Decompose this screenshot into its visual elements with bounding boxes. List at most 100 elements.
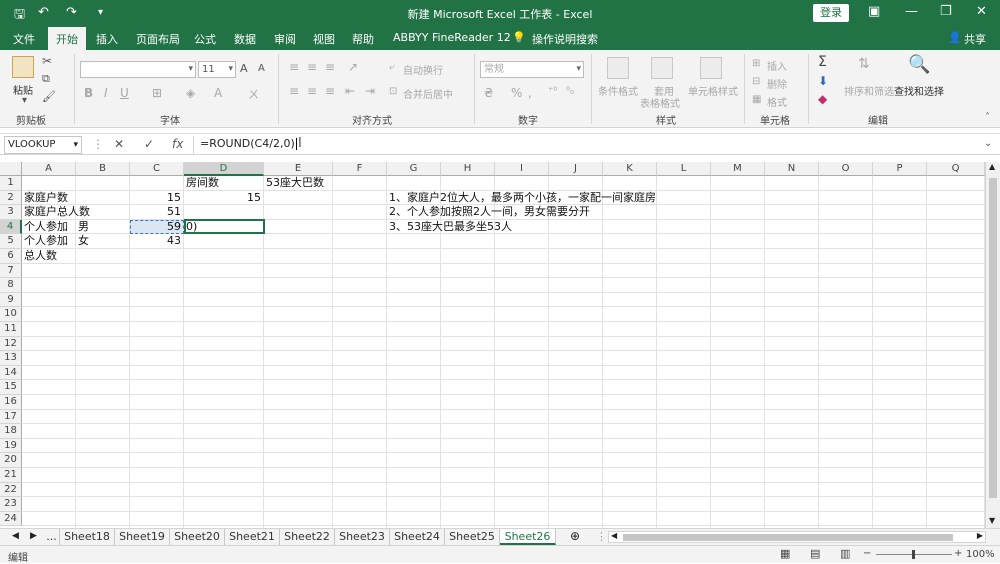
tell-me-search[interactable]: 操作说明搜索 [532,31,598,47]
format-as-table-icon[interactable] [651,57,673,79]
collapse-ribbon-icon[interactable]: ˄ [985,112,990,123]
fill-color-icon[interactable]: ◈ [186,86,195,100]
row-header-14[interactable]: 14 [0,365,22,381]
column-header-D[interactable]: D [184,162,264,176]
tab-home[interactable]: 开始 [48,27,86,50]
row-header-22[interactable]: 22 [0,482,22,498]
row-header-10[interactable]: 10 [0,307,22,322]
shrink-font-button[interactable]: A [258,63,265,74]
sheet-tab-sheet19[interactable]: Sheet19 [115,529,170,545]
cell-A2[interactable]: 家庭户数 [24,191,68,205]
column-header-C[interactable]: C [130,162,184,176]
sheet-tab-sheet21[interactable]: Sheet21 [225,529,280,545]
row-header-9[interactable]: 9 [0,292,22,308]
fill-icon[interactable]: ⬇ [818,74,828,88]
decrease-decimal-icon[interactable]: ⁰₀ [566,86,574,97]
cell-B5[interactable]: 女 [78,234,89,248]
cell-D2[interactable]: 15 [184,191,261,205]
page-break-view-icon[interactable]: ▥ [840,547,850,560]
cell-A3[interactable]: 家庭户总人数 [24,205,90,219]
row-header-2[interactable]: 2 [0,190,22,206]
column-header-J[interactable]: J [549,162,603,176]
font-size-combo[interactable]: 11 ▾ [198,61,236,78]
row-header-19[interactable]: 19 [0,438,22,454]
row-header-18[interactable]: 18 [0,424,22,439]
cell-B4[interactable]: 男 [78,220,89,234]
row-header-16[interactable]: 16 [0,395,22,410]
orientation-icon[interactable]: ↗ [348,60,358,74]
align-middle-icon[interactable]: ≡ [307,60,317,74]
row-header-23[interactable]: 23 [0,497,22,512]
select-all-corner[interactable] [0,162,22,176]
column-header-I[interactable]: I [495,162,549,176]
grow-font-button[interactable]: A [240,62,248,75]
cell-A6[interactable]: 总人数 [24,249,57,263]
row-header-17[interactable]: 17 [0,409,22,425]
expand-formula-icon[interactable]: ⌄ [984,138,992,149]
maximize-icon[interactable]: ❐ [940,4,952,19]
sheet-tab-sheet18[interactable]: Sheet18 [60,529,115,545]
name-box[interactable]: VLOOKUP ▾ [4,136,82,154]
format-cells-button[interactable]: 格式 [767,94,787,109]
tab-help[interactable]: 帮助 [352,31,374,47]
delete-cells-icon[interactable]: ⊟ [752,76,760,87]
delete-cells-button[interactable]: 删除 [767,76,787,91]
font-name-combo[interactable]: ▾ [80,61,196,78]
phonetic-icon[interactable]: ㄨ [248,86,259,102]
scroll-left-icon[interactable]: ◀ [611,531,617,540]
cell-G4[interactable]: 3、53座大巴最多坐53人 [389,220,512,234]
sheet-tab-sheet23[interactable]: Sheet23 [335,529,390,545]
column-header-N[interactable]: N [765,162,819,176]
conditional-format-button[interactable]: 条件格式 [598,83,638,98]
ribbon-display-icon[interactable]: ▣ [868,4,880,19]
number-format-combo[interactable]: 常规 ▾ [480,61,584,78]
add-sheet-icon[interactable]: ⊕ [570,529,580,543]
row-header-20[interactable]: 20 [0,453,22,468]
zoom-out-icon[interactable]: − [863,548,871,559]
cell-C5[interactable]: 43 [130,234,181,248]
row-header-24[interactable]: 24 [0,511,22,527]
comma-style-icon[interactable]: , [528,86,532,100]
tab-review[interactable]: 审阅 [274,31,296,47]
cut-icon[interactable]: ✂ [42,54,52,68]
sheet-tab-sheet22[interactable]: Sheet22 [280,529,335,545]
column-header-F[interactable]: F [333,162,387,176]
row-header-8[interactable]: 8 [0,278,22,293]
row-header-1[interactable]: 1 [0,176,22,191]
column-header-A[interactable]: A [22,162,76,176]
row-header-12[interactable]: 12 [0,336,22,352]
conditional-format-icon[interactable] [607,57,629,79]
vertical-scrollbar[interactable]: ▲ ▼ [985,162,1000,528]
row-header-21[interactable]: 21 [0,468,22,483]
share-button[interactable]: 共享 [964,31,986,47]
align-right-icon[interactable]: ≡ [325,84,335,98]
row-header-5[interactable]: 5 [0,234,22,249]
share-icon[interactable]: 👤 [948,31,962,44]
sort-filter-button[interactable]: 排序和筛选 [844,83,894,98]
align-center-icon[interactable]: ≡ [307,84,317,98]
format-painter-icon[interactable]: 🖌 [42,90,56,103]
row-header-7[interactable]: 7 [0,263,22,279]
tab-view[interactable]: 视图 [313,31,335,47]
row-header-15[interactable]: 15 [0,380,22,395]
login-button[interactable]: 登录 [813,4,849,22]
column-header-E[interactable]: E [264,162,333,176]
cell-D1[interactable]: 房间数 [186,176,219,190]
scroll-down-icon[interactable]: ▼ [989,516,995,525]
column-header-P[interactable]: P [873,162,927,176]
zoom-slider-thumb[interactable] [912,550,915,559]
chevron-down-icon[interactable]: ▾ [73,137,78,153]
wrap-text-button[interactable]: 自动换行 [403,62,443,77]
horizontal-scrollbar[interactable]: ◀ ▶ [608,531,986,543]
enter-button[interactable]: ✓ [144,137,154,151]
prev-sheet-icon[interactable]: ◀ [12,531,19,541]
scroll-thumb[interactable] [623,534,953,541]
row-header-6[interactable]: 6 [0,249,22,264]
row-header-13[interactable]: 13 [0,351,22,366]
autosum-icon[interactable]: Σ [818,54,827,70]
format-cells-icon[interactable]: ▦ [752,94,761,105]
scroll-thumb[interactable] [989,178,997,498]
borders-icon[interactable]: ⊞ [152,86,162,100]
sheet-tab-sheet25[interactable]: Sheet25 [445,529,500,545]
cell-C2[interactable]: 15 [130,191,181,205]
